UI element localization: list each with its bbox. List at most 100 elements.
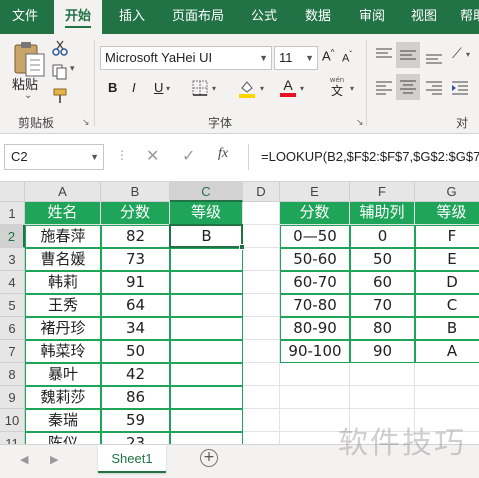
left-table-header-cell[interactable]: 等级	[170, 202, 243, 225]
right-table-cell[interactable]: 70	[350, 294, 415, 317]
insert-function-icon[interactable]: fx	[218, 146, 228, 162]
empty-cell[interactable]	[243, 202, 280, 225]
left-table-cell[interactable]: 韩莉	[25, 271, 101, 294]
left-table-cell[interactable]: 59	[101, 409, 170, 432]
orientation-icon[interactable]: ⟋	[452, 46, 462, 62]
fill-color-icon[interactable]	[238, 78, 256, 98]
tab-page-layout[interactable]: 页面布局	[162, 0, 234, 34]
empty-cell[interactable]	[243, 294, 280, 317]
left-table-cell[interactable]	[170, 386, 243, 409]
underline-button[interactable]: U	[154, 80, 163, 95]
empty-cell[interactable]	[243, 248, 280, 271]
empty-cell[interactable]	[415, 363, 479, 386]
paste-icon[interactable]	[12, 40, 46, 78]
font-color-dropdown-icon[interactable]: ▾	[300, 84, 304, 93]
orientation-dropdown-icon[interactable]: ▾	[466, 50, 470, 59]
left-table-cell[interactable]	[170, 271, 243, 294]
align-bottom-icon[interactable]	[424, 46, 444, 66]
left-table-cell[interactable]: 韩菜玲	[25, 340, 101, 363]
empty-cell[interactable]	[415, 386, 479, 409]
right-table-cell[interactable]: 0—50	[280, 225, 350, 248]
font-color-icon[interactable]: A	[280, 78, 296, 98]
left-table-cell[interactable]: 42	[101, 363, 170, 386]
left-table-cell[interactable]	[170, 248, 243, 271]
left-table-cell[interactable]: 施春萍	[25, 225, 101, 248]
right-table-cell[interactable]: 0	[350, 225, 415, 248]
right-table-cell[interactable]: 50	[350, 248, 415, 271]
right-table-cell[interactable]: 90-100	[280, 340, 350, 363]
tab-data[interactable]: 数据	[294, 0, 342, 34]
row-header-5[interactable]: 5	[0, 294, 25, 317]
left-table-cell[interactable]: B	[170, 225, 243, 248]
format-painter-icon[interactable]	[52, 88, 68, 104]
empty-cell[interactable]	[350, 386, 415, 409]
right-table-cell[interactable]: B	[415, 317, 479, 340]
paste-dropdown-icon[interactable]: ⌄	[24, 90, 32, 101]
column-header-g[interactable]: G	[415, 182, 479, 202]
left-table-cell[interactable]: 64	[101, 294, 170, 317]
underline-dropdown-icon[interactable]: ▾	[166, 84, 170, 93]
left-table-cell[interactable]	[170, 294, 243, 317]
tab-formulas[interactable]: 公式	[240, 0, 288, 34]
left-table-cell[interactable]: 秦瑞	[25, 409, 101, 432]
fill-color-dropdown-icon[interactable]: ▾	[260, 84, 264, 93]
fill-handle[interactable]	[239, 244, 245, 250]
font-size-select[interactable]: 11 ▼	[274, 46, 318, 70]
row-header-11[interactable]: 11	[0, 432, 25, 444]
row-header-4[interactable]: 4	[0, 271, 25, 294]
indent-icon[interactable]	[450, 78, 470, 98]
font-launcher-icon[interactable]: ↘	[356, 118, 364, 128]
empty-cell[interactable]	[350, 363, 415, 386]
empty-cell[interactable]	[243, 386, 280, 409]
cancel-icon[interactable]: ✕	[146, 146, 159, 165]
align-right-icon[interactable]	[424, 78, 444, 98]
left-table-cell[interactable]	[170, 409, 243, 432]
right-table-cell[interactable]: 60-70	[280, 271, 350, 294]
left-table-cell[interactable]: 褚丹珍	[25, 317, 101, 340]
tab-insert[interactable]: 插入	[108, 0, 156, 34]
right-table-header-cell[interactable]: 分数	[280, 202, 350, 225]
empty-cell[interactable]	[243, 340, 280, 363]
left-table-cell[interactable]: 86	[101, 386, 170, 409]
borders-dropdown-icon[interactable]: ▾	[212, 84, 216, 93]
left-table-cell[interactable]: 暴叶	[25, 363, 101, 386]
tab-view[interactable]: 视图	[402, 0, 446, 34]
bold-button[interactable]: B	[108, 80, 117, 95]
left-table-header-cell[interactable]: 分数	[101, 202, 170, 225]
right-table-cell[interactable]: 70-80	[280, 294, 350, 317]
left-table-cell[interactable]	[170, 363, 243, 386]
right-table-cell[interactable]: 50-60	[280, 248, 350, 271]
right-table-cell[interactable]: A	[415, 340, 479, 363]
font-name-select[interactable]: Microsoft YaHei UI ▼	[100, 46, 272, 70]
empty-cell[interactable]	[243, 271, 280, 294]
clipboard-launcher-icon[interactable]: ↘	[82, 118, 90, 128]
copy-icon[interactable]	[52, 64, 68, 80]
right-table-header-cell[interactable]: 辅助列	[350, 202, 415, 225]
increase-font-size-icon[interactable]: A^	[322, 48, 334, 63]
right-table-cell[interactable]: 90	[350, 340, 415, 363]
row-header-3[interactable]: 3	[0, 248, 25, 271]
left-table-cell[interactable]: 73	[101, 248, 170, 271]
right-table-header-cell[interactable]: 等级	[415, 202, 479, 225]
tab-file[interactable]: 文件	[0, 0, 50, 34]
tab-review[interactable]: 审阅	[348, 0, 396, 34]
row-header-6[interactable]: 6	[0, 317, 25, 340]
left-table-cell[interactable]	[170, 317, 243, 340]
enter-icon[interactable]: ✓	[182, 146, 195, 165]
column-header-d[interactable]: D	[243, 182, 280, 202]
add-sheet-icon[interactable]: +	[200, 449, 218, 467]
right-table-cell[interactable]: D	[415, 271, 479, 294]
left-table-cell[interactable]: 魏莉莎	[25, 386, 101, 409]
borders-icon[interactable]	[192, 80, 208, 96]
empty-cell[interactable]	[243, 363, 280, 386]
left-table-cell[interactable]: 王秀	[25, 294, 101, 317]
right-table-cell[interactable]: E	[415, 248, 479, 271]
cut-icon[interactable]	[52, 40, 68, 56]
row-header-10[interactable]: 10	[0, 409, 25, 432]
sheet-tab-sheet1[interactable]: Sheet1	[98, 445, 166, 473]
scroll-left-icon[interactable]: ◀	[20, 453, 28, 466]
row-header-7[interactable]: 7	[0, 340, 25, 363]
left-table-cell[interactable]: 34	[101, 317, 170, 340]
name-box[interactable]: C2 ▼	[4, 144, 104, 170]
empty-cell[interactable]	[243, 225, 280, 248]
